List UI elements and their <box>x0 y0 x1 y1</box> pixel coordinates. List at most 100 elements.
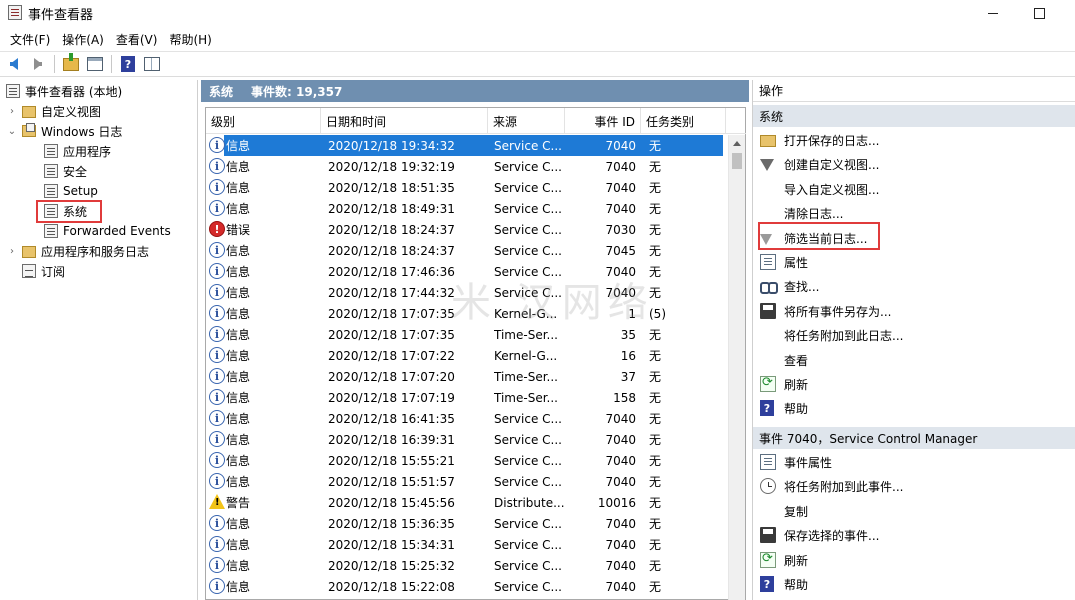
minimize-button[interactable] <box>970 0 1016 26</box>
cell-level: 信息 <box>226 286 251 300</box>
cell-event-id: 7040 <box>605 579 636 594</box>
action-item[interactable]: 将任务附加到此日志... <box>753 323 1075 347</box>
table-row[interactable]: i 信息 2020/12/18 18:51:35 Service C... 7040 无 <box>206 177 726 198</box>
action-item[interactable]: ? 帮助 <box>753 396 1075 420</box>
table-row[interactable]: i 信息 2020/12/18 16:39:31 Service C... 7040 无 <box>206 429 726 450</box>
tree-root[interactable]: 事件查看器 (本地) <box>6 81 122 101</box>
cell-event-id: 7040 <box>605 432 636 447</box>
menu-file[interactable]: 文件(F) <box>4 28 56 50</box>
table-row[interactable]: i 信息 2020/12/18 15:34:31 Service C... 7040 无 <box>206 534 726 555</box>
action-item[interactable]: 导入自定义视图... <box>753 177 1075 201</box>
column-datetime[interactable]: 日期和时间 <box>321 108 488 134</box>
actions-section-event[interactable]: 事件 7040，Service Control Manager <box>753 427 1075 449</box>
scroll-thumb[interactable] <box>732 153 742 169</box>
table-row[interactable]: i 信息 2020/12/18 17:07:19 Time-Ser... 158 无 <box>206 387 726 408</box>
tree-windows-logs[interactable]: ⌄ Windows 日志 <box>6 121 122 141</box>
menu-view[interactable]: 查看(V) <box>110 28 164 50</box>
table-row[interactable]: i 信息 2020/12/18 15:51:57 Service C... 7040 无 <box>206 471 726 492</box>
table-row[interactable]: i 信息 2020/12/18 15:36:35 Service C... 7040 无 <box>206 513 726 534</box>
action-item[interactable]: 将所有事件另存为... <box>753 299 1075 323</box>
column-event-id[interactable]: 事件 ID <box>565 108 641 134</box>
action-item[interactable]: ? 帮助 <box>753 572 1075 596</box>
back-button[interactable] <box>4 54 24 74</box>
table-row[interactable]: i 信息 2020/12/18 15:55:21 Service C... 7040 无 <box>206 450 726 471</box>
column-task-category[interactable]: 任务类别 <box>641 108 726 134</box>
table-row[interactable]: ! 错误 2020/12/18 18:24:37 Service C... 7030 无 <box>206 219 726 240</box>
table-row[interactable]: i 信息 2020/12/18 19:32:19 Service C... 7040 无 <box>206 156 726 177</box>
up-level-button[interactable] <box>61 52 81 74</box>
table-row[interactable]: i 信息 2020/12/18 19:34:32 Service C... 7040 无 <box>206 135 726 156</box>
table-row[interactable]: i 信息 2020/12/18 15:25:32 Service C... 7040 无 <box>206 555 726 576</box>
log-name: 系统 <box>209 84 234 99</box>
action-item[interactable]: 属性 <box>753 250 1075 274</box>
forward-button[interactable] <box>28 54 48 74</box>
cell-datetime: 2020/12/18 16:39:31 <box>328 432 455 447</box>
toolbar-separator <box>54 55 55 73</box>
cell-task-category: 无 <box>649 244 662 258</box>
table-row[interactable]: i 信息 2020/12/18 17:07:22 Kernel-G... 16 无 <box>206 345 726 366</box>
show-hide-tree-button[interactable] <box>85 54 105 74</box>
event-viewer-icon <box>6 84 20 98</box>
table-row[interactable]: i 信息 2020/12/18 17:07:20 Time-Ser... 37 无 <box>206 366 726 387</box>
tree-log-label: 安全 <box>63 164 88 179</box>
tree-log-forwarded[interactable]: Forwarded Events <box>44 221 171 241</box>
action-label: 清除日志... <box>784 207 844 222</box>
tree-app-services[interactable]: › 应用程序和服务日志 <box>6 241 149 261</box>
tree-log-label: 应用程序 <box>63 144 112 159</box>
cell-level: 信息 <box>226 391 251 405</box>
action-item[interactable]: 查看 <box>753 348 1075 372</box>
info-icon: i <box>209 179 225 195</box>
action-label: 将任务附加到此日志... <box>784 329 904 344</box>
action-item[interactable]: 查找... <box>753 274 1075 298</box>
menu-help[interactable]: 帮助(H) <box>163 28 217 50</box>
table-row[interactable]: i 信息 2020/12/18 18:24:37 Service C... 7045 无 <box>206 240 726 261</box>
tree-log-security[interactable]: 安全 <box>44 161 87 181</box>
cell-source: Service C... <box>494 138 562 153</box>
tree-subscriptions[interactable]: 订阅 <box>22 261 65 281</box>
expand-chevron-icon[interactable]: › <box>6 106 18 117</box>
table-row[interactable]: i 信息 2020/12/18 16:41:35 Service C... 7040 无 <box>206 408 726 429</box>
action-item[interactable]: 保存选择的事件... <box>753 523 1075 547</box>
table-row[interactable]: i 信息 2020/12/18 15:22:08 Service C... 7040 无 <box>206 576 726 597</box>
show-action-pane-button[interactable] <box>142 54 162 74</box>
cell-event-id: 158 <box>613 390 636 405</box>
tree-custom-views[interactable]: › 自定义视图 <box>6 101 101 121</box>
navigation-tree: 事件查看器 (本地) › 自定义视图 ⌄ Windows 日志 应用程序 安全 … <box>0 80 198 600</box>
tree-log-application[interactable]: 应用程序 <box>44 141 111 161</box>
action-label: 查找... <box>784 280 820 295</box>
forward-arrow-icon <box>34 58 42 70</box>
action-item[interactable]: 刷新 <box>753 372 1075 396</box>
table-row[interactable]: i 信息 2020/12/18 18:49:31 Service C... 7040 无 <box>206 198 726 219</box>
vertical-scrollbar[interactable] <box>728 135 745 600</box>
column-level[interactable]: 级别 <box>206 108 321 134</box>
action-item[interactable]: 复制 <box>753 499 1075 523</box>
cell-level: 信息 <box>226 517 251 531</box>
cell-datetime: 2020/12/18 17:07:22 <box>328 348 455 363</box>
maximize-button[interactable] <box>1016 0 1062 26</box>
cell-level: 信息 <box>226 475 251 489</box>
cell-level: 信息 <box>226 412 251 426</box>
log-icon <box>44 164 58 178</box>
scroll-up-arrow-icon[interactable] <box>733 141 741 146</box>
action-item[interactable]: 刷新 <box>753 548 1075 572</box>
info-icon: i <box>209 242 225 258</box>
help-toolbar-button[interactable]: ? <box>118 54 138 74</box>
action-item[interactable]: 事件属性 <box>753 450 1075 474</box>
window-title: 事件查看器 <box>28 8 94 23</box>
action-item[interactable]: 将任务附加到此事件... <box>753 474 1075 498</box>
tree-log-setup[interactable]: Setup <box>44 181 98 201</box>
cell-datetime: 2020/12/18 18:24:37 <box>328 222 455 237</box>
collapse-chevron-icon[interactable]: ⌄ <box>6 126 18 137</box>
cell-task-category: 无 <box>649 580 662 594</box>
cell-task-category: 无 <box>649 181 662 195</box>
cell-source: Service C... <box>494 537 562 552</box>
folder-up-icon <box>63 52 79 71</box>
action-item[interactable]: 创建自定义视图... <box>753 152 1075 176</box>
expand-chevron-icon[interactable]: › <box>6 246 18 257</box>
action-item[interactable]: 打开保存的日志... <box>753 128 1075 152</box>
actions-section-system[interactable]: 系统 <box>753 105 1075 127</box>
menu-action[interactable]: 操作(A) <box>56 28 110 50</box>
column-source[interactable]: 来源 <box>488 108 565 134</box>
log-header: 系统 事件数: 19,357 <box>201 80 749 102</box>
table-row[interactable]: ! 警告 2020/12/18 15:45:56 Distribute... 10016… <box>206 492 726 513</box>
